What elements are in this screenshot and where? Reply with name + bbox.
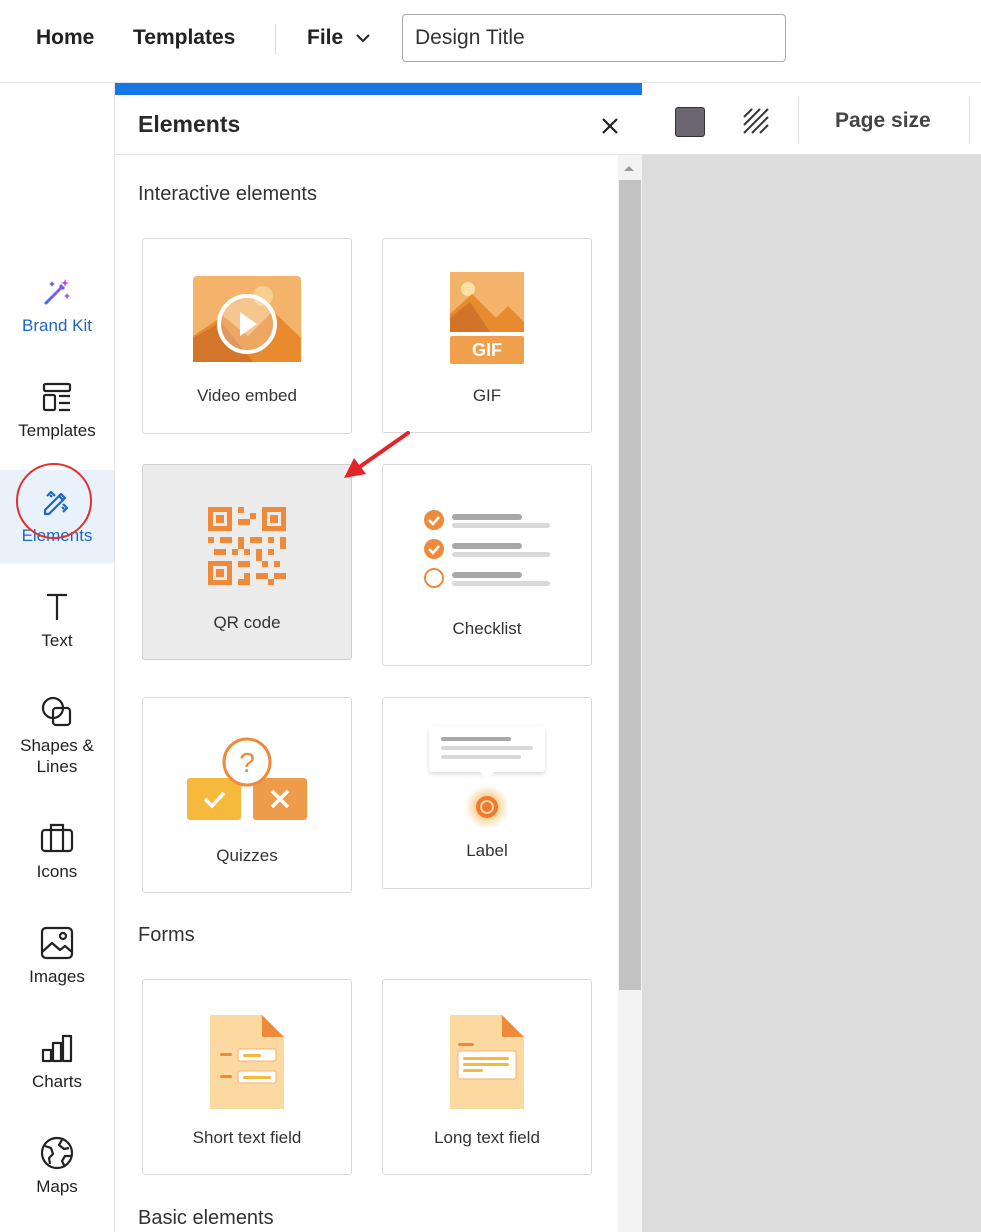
- svg-text:?: ?: [239, 747, 255, 778]
- image-icon: [40, 926, 74, 960]
- top-bar: Home Templates File: [0, 0, 981, 83]
- design-canvas[interactable]: [642, 155, 981, 1232]
- qr-code-icon: [143, 507, 351, 585]
- sidebar-item-label: Icons: [36, 862, 78, 881]
- card-label: Quizzes: [216, 846, 278, 865]
- quiz-icon: ?: [143, 736, 351, 820]
- card-long-text-field[interactable]: Long text field: [382, 979, 592, 1175]
- sidebar-item-label: Elements: [21, 526, 93, 545]
- card-qr-code[interactable]: QR code: [142, 464, 352, 660]
- toolbar-divider: [798, 97, 799, 143]
- sidebar-item-label: Brand Kit: [22, 316, 92, 335]
- card-label: Video embed: [197, 386, 297, 405]
- card-label: QR code: [213, 613, 281, 632]
- text-icon: [40, 590, 74, 624]
- briefcase-icon: [40, 821, 74, 855]
- sidebar-item-text[interactable]: Text: [0, 590, 114, 683]
- card-label-element[interactable]: Label: [382, 697, 592, 889]
- background-color-swatch[interactable]: [675, 107, 705, 137]
- chart-icon: [40, 1031, 74, 1065]
- chevron-down-icon: [356, 34, 370, 43]
- page-size-button[interactable]: Page size: [835, 109, 931, 133]
- scroll-up-arrow-icon[interactable]: [621, 163, 637, 173]
- nav-divider: [275, 24, 276, 54]
- gif-badge-text: GIF: [472, 340, 502, 360]
- sidebar-item-shapes[interactable]: Shapes & Lines: [0, 695, 114, 788]
- home-link[interactable]: Home: [36, 26, 94, 50]
- card-video-embed[interactable]: Video embed: [142, 238, 352, 434]
- card-label: Checklist: [452, 619, 522, 638]
- sidebar-item-label: Maps: [36, 1177, 78, 1196]
- panel-accent-bar: [115, 83, 643, 95]
- panel-title: Elements: [138, 111, 241, 137]
- scrollbar-thumb[interactable]: [619, 180, 641, 990]
- short-text-icon: [143, 1015, 351, 1109]
- sidebar-item-label: Templates: [18, 421, 96, 440]
- sidebar-item-charts[interactable]: Charts: [0, 1031, 114, 1124]
- elements-panel: Elements Interactive elements Video embe…: [114, 83, 643, 1232]
- card-checklist[interactable]: Checklist: [382, 464, 592, 666]
- sidebar-item-images[interactable]: Images: [0, 926, 114, 1019]
- label-tooltip-icon: [383, 724, 591, 834]
- sidebar-item-label: Images: [29, 967, 85, 986]
- pattern-icon[interactable]: [742, 107, 770, 135]
- video-play-icon: [143, 276, 351, 362]
- sidebar-item-elements[interactable]: Elements: [0, 470, 114, 563]
- card-label: Label: [466, 841, 508, 860]
- close-icon[interactable]: [597, 113, 623, 139]
- sidebar-item-templates[interactable]: Templates: [0, 380, 114, 473]
- card-label: GIF: [472, 386, 502, 405]
- shapes-icon: [40, 695, 74, 729]
- card-label: Short text field: [192, 1128, 302, 1147]
- card-quizzes[interactable]: ? Quizzes: [142, 697, 352, 893]
- sidebar-item-label: Text: [41, 631, 73, 650]
- panel-header: Elements: [115, 95, 643, 155]
- card-gif[interactable]: GIF GIF: [382, 238, 592, 433]
- section-title-forms: Forms: [138, 924, 195, 946]
- file-menu-button[interactable]: File: [307, 26, 371, 50]
- sidebar-item-icons[interactable]: Icons: [0, 821, 114, 914]
- magic-wand-icon: [40, 275, 74, 309]
- sidebar-item-maps[interactable]: Maps: [0, 1136, 114, 1229]
- card-label: Long text field: [434, 1128, 540, 1147]
- toolbar-divider: [969, 97, 970, 143]
- left-sidebar: Brand Kit Templates Elements Text Shapes…: [0, 83, 114, 1232]
- sidebar-item-label: Charts: [31, 1072, 83, 1091]
- section-title-basic: Basic elements: [138, 1207, 274, 1229]
- templates-link[interactable]: Templates: [133, 26, 235, 50]
- sidebar-item-label: Shapes & Lines: [20, 736, 94, 776]
- file-menu-label: File: [307, 26, 344, 49]
- sidebar-item-brand-kit[interactable]: Brand Kit: [0, 275, 114, 368]
- design-title-input[interactable]: [402, 14, 786, 62]
- globe-icon: [40, 1136, 74, 1170]
- section-title-interactive: Interactive elements: [138, 183, 317, 205]
- elements-icon: [40, 485, 74, 519]
- long-text-icon: [383, 1015, 591, 1109]
- canvas-toolbar: Page size: [642, 83, 981, 155]
- card-short-text-field[interactable]: Short text field: [142, 979, 352, 1175]
- templates-icon: [40, 380, 74, 414]
- checklist-icon: [383, 510, 591, 588]
